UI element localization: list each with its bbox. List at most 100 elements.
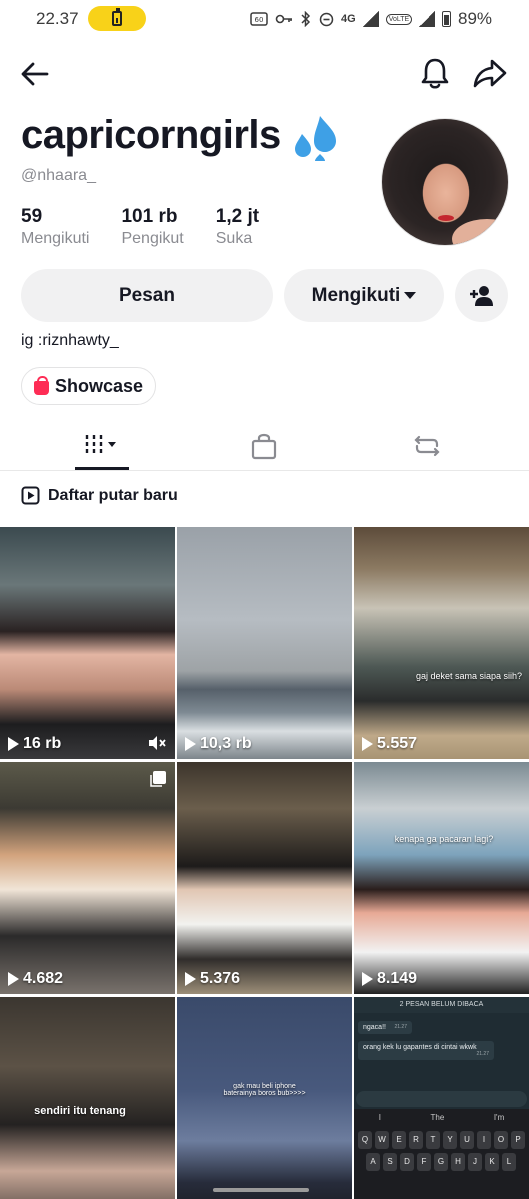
- sweat-droplets-icon: [295, 116, 336, 161]
- key: T: [426, 1131, 440, 1149]
- bluetooth-icon: [301, 11, 311, 27]
- new-playlist-button[interactable]: Daftar putar baru: [21, 486, 178, 505]
- tab-shop[interactable]: [240, 420, 288, 471]
- grid-bars-icon: [85, 434, 116, 453]
- video-thumbnail[interactable]: kenapa ga pacaran lagi? 8.149: [354, 762, 529, 994]
- signal-icon: [362, 11, 379, 27]
- play-icon: [8, 737, 19, 751]
- view-count: 16 rb: [8, 735, 61, 753]
- video-caption: sendiri itu tenang: [34, 1105, 126, 1117]
- video-thumbnail[interactable]: 2 PESAN BELUM DIBACA ngaca!! 21.27 orang…: [354, 997, 529, 1199]
- tab-reposts[interactable]: [402, 420, 452, 471]
- view-count: 10,3 rb: [185, 735, 252, 753]
- play-icon: [185, 972, 196, 986]
- suggestion: The: [430, 1113, 445, 1122]
- video-thumbnail[interactable]: 4.682: [0, 762, 175, 994]
- avatar[interactable]: [381, 118, 509, 246]
- back-arrow-icon[interactable]: [18, 57, 52, 91]
- dnd-icon: [319, 12, 334, 26]
- shopping-bag-icon: [251, 433, 277, 459]
- view-count-value: 5.376: [200, 970, 241, 987]
- showcase-button[interactable]: Showcase: [21, 367, 157, 405]
- stat-followers[interactable]: 101 rb Pengikut: [121, 206, 183, 248]
- battery-charging-icon: [88, 6, 146, 31]
- photo-carousel-icon: [150, 771, 166, 787]
- keyboard-row: Q W E R T Y U I O P: [358, 1131, 525, 1149]
- content-tabs: [0, 420, 529, 471]
- battery-icon: [442, 11, 452, 27]
- key: R: [409, 1131, 423, 1149]
- key: S: [383, 1153, 397, 1171]
- key-icon: [275, 14, 292, 24]
- status-icons: 60 4G VoLTE: [250, 9, 452, 29]
- stat-label: Pengikut: [121, 230, 184, 247]
- chat-message-text: ngaca!!: [363, 1024, 386, 1031]
- stat-label: Mengikuti: [21, 230, 90, 247]
- stat-likes[interactable]: 1,2 jt Suka: [216, 206, 259, 248]
- home-indicator[interactable]: [213, 1188, 309, 1192]
- status-time: 22.37: [36, 9, 79, 28]
- video-thumbnail[interactable]: gak mau beli iphone baterainya boros bub…: [177, 997, 352, 1199]
- key: E: [392, 1131, 406, 1149]
- suggestion: I'm: [493, 1113, 505, 1122]
- profile-display-name: capricorngirls: [21, 113, 281, 157]
- chat-input: [356, 1091, 527, 1107]
- view-count-value: 4.682: [23, 970, 64, 987]
- video-thumbnail[interactable]: 10,3 rb: [177, 527, 352, 759]
- message-button[interactable]: Pesan: [21, 269, 273, 322]
- key: P: [511, 1131, 525, 1149]
- add-user-icon: [469, 285, 493, 306]
- video-thumbnail[interactable]: gaj deket sama siapa siih? 5.557: [354, 527, 529, 759]
- signal-icon-2: [419, 11, 436, 27]
- play-icon: [185, 737, 196, 751]
- key: Y: [443, 1131, 457, 1149]
- key: K: [485, 1153, 499, 1171]
- keyboard-row: A S D F G H J K L: [366, 1153, 516, 1171]
- view-count: 8.149: [362, 970, 417, 988]
- chat-unread-header: 2 PESAN BELUM DIBACA: [354, 997, 529, 1013]
- tab-videos[interactable]: [75, 420, 129, 470]
- view-count-value: 5.557: [377, 735, 418, 752]
- play-icon: [362, 972, 373, 986]
- video-caption: kenapa ga pacaran lagi?: [394, 834, 494, 844]
- key: W: [375, 1131, 389, 1149]
- play-icon: [362, 737, 373, 751]
- stat-value: 59: [21, 206, 43, 227]
- hd-icon: 60: [250, 12, 268, 26]
- share-arrow-icon[interactable]: [472, 55, 508, 91]
- bell-icon[interactable]: [418, 55, 452, 91]
- key: H: [451, 1153, 465, 1171]
- video-thumbnail[interactable]: 5.376: [177, 762, 352, 994]
- keyboard: I The I'm Q W E R T Y U I O P A S D F G …: [354, 1109, 529, 1199]
- profile-handle: @nhaara_: [21, 167, 96, 184]
- following-button-label: Mengikuti: [311, 284, 401, 306]
- suggestion: I: [378, 1113, 381, 1122]
- play-icon: [8, 972, 19, 986]
- key: Q: [358, 1131, 372, 1149]
- new-playlist-label: Daftar putar baru: [48, 486, 178, 504]
- view-count-value: 10,3 rb: [200, 735, 252, 752]
- view-count-value: 16 rb: [23, 735, 62, 752]
- chat-message-time: 21.27: [394, 1024, 407, 1030]
- video-thumbnail[interactable]: sendiri itu tenang: [0, 997, 175, 1199]
- network-type: 4G: [341, 13, 356, 25]
- status-bar: 22.37 60 4G VoLTE 89%: [0, 0, 529, 38]
- add-friend-button[interactable]: [455, 269, 508, 322]
- view-count: 4.682: [8, 970, 63, 988]
- key: J: [468, 1153, 482, 1171]
- key: A: [366, 1153, 380, 1171]
- stat-label: Suka: [215, 230, 253, 247]
- view-count-value: 8.149: [377, 970, 418, 987]
- video-caption: gak mau beli iphone baterainya boros bub…: [223, 1083, 306, 1097]
- playlist-play-icon: [21, 486, 40, 505]
- key: U: [460, 1131, 474, 1149]
- key: I: [477, 1131, 491, 1149]
- repost-icon: [414, 435, 440, 456]
- stat-value: 101 rb: [121, 206, 178, 227]
- following-button[interactable]: Mengikuti: [284, 269, 444, 322]
- view-count: 5.376: [185, 970, 240, 988]
- stat-following[interactable]: 59 Mengikuti: [21, 206, 89, 248]
- video-thumbnail[interactable]: 16 rb: [0, 527, 175, 759]
- view-count: 5.557: [362, 735, 417, 753]
- muted-icon: [149, 736, 166, 750]
